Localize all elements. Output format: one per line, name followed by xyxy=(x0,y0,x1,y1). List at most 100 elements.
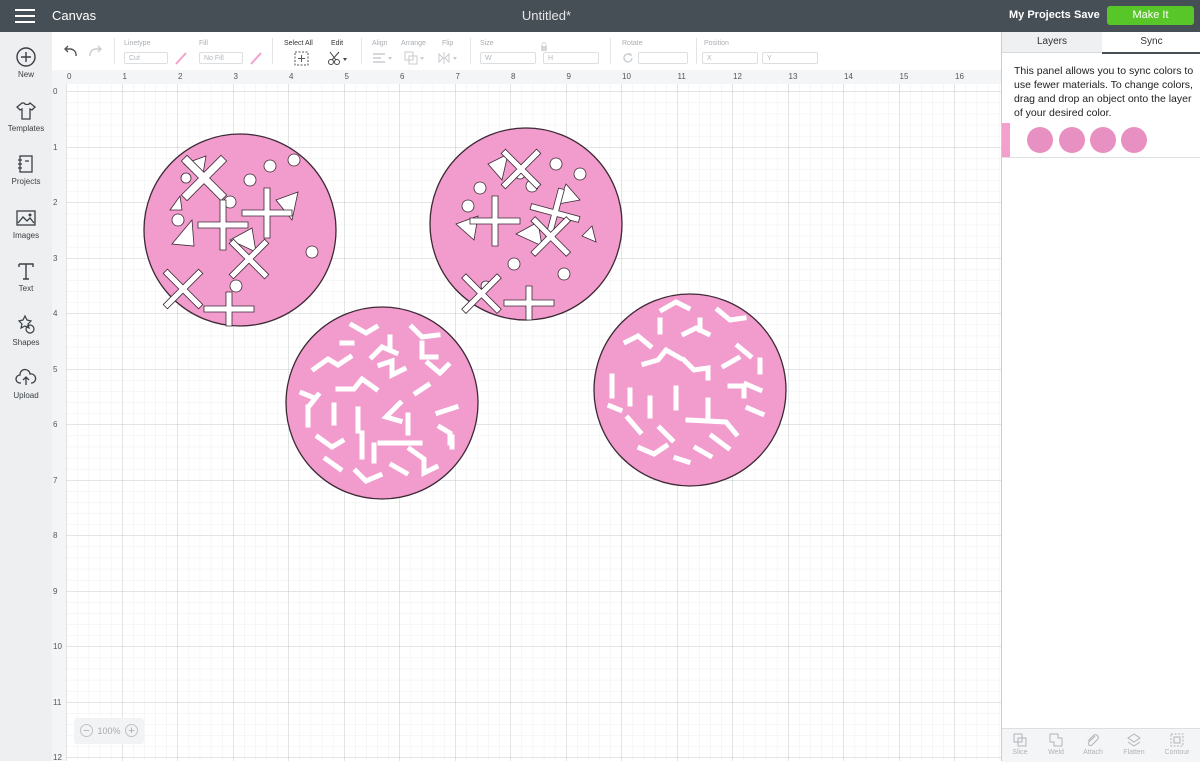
fill-color-swatch-icon[interactable] xyxy=(249,52,263,65)
zoom-in-button[interactable]: + xyxy=(125,724,138,737)
sync-swatch[interactable] xyxy=(1027,127,1053,153)
flip-icon[interactable] xyxy=(438,51,460,65)
edit-label: Edit xyxy=(331,40,344,47)
slice-label: Slice xyxy=(1012,749,1028,756)
design-canvas[interactable] xyxy=(66,84,1001,761)
arrange-label: Arrange xyxy=(401,40,426,47)
toolbar-separator xyxy=(114,38,115,64)
redo-icon[interactable] xyxy=(86,44,104,58)
shapes-icon xyxy=(17,314,35,334)
rotate-label: Rotate xyxy=(622,40,643,47)
nav-text[interactable]: Text xyxy=(0,260,52,308)
zoom-out-button[interactable]: − xyxy=(80,724,93,737)
nav-upload-label: Upload xyxy=(13,391,39,400)
flatten-icon xyxy=(1127,733,1141,747)
size-label: Size xyxy=(480,40,494,47)
document-title[interactable]: Untitled* xyxy=(0,8,1093,23)
weld-icon xyxy=(1049,733,1063,747)
position-y-field[interactable]: Y xyxy=(762,52,818,64)
align-icon[interactable] xyxy=(372,52,394,64)
make-it-button[interactable]: Make It xyxy=(1107,6,1194,25)
ruler-top-number: 7 xyxy=(455,72,460,81)
ruler-top-number: 16 xyxy=(955,72,964,81)
flatten-button[interactable]: Flatten xyxy=(1116,729,1152,762)
design-memphis-squiggles-2[interactable] xyxy=(593,293,787,487)
nav-templates[interactable]: Templates xyxy=(0,100,52,148)
vertical-ruler: 0 1 2 3 4 5 6 7 8 9 10 11 12 xyxy=(52,84,67,762)
toolbar-separator xyxy=(610,38,611,64)
ruler-left-number: 2 xyxy=(53,198,58,207)
undo-redo-group xyxy=(62,32,112,70)
slice-button[interactable]: Slice xyxy=(1002,729,1038,762)
attach-button[interactable]: Attach xyxy=(1075,729,1111,762)
design-memphis-triangles-1[interactable] xyxy=(143,133,337,327)
select-all-label: Select All xyxy=(284,40,313,47)
contour-button[interactable]: Contour xyxy=(1159,729,1195,762)
notebook-icon xyxy=(18,155,33,173)
sync-swatch[interactable] xyxy=(1121,127,1147,153)
height-field[interactable]: H xyxy=(543,52,599,64)
horizontal-ruler: 0 1 2 3 4 5 6 7 8 9 10 11 12 13 14 15 16 xyxy=(52,70,1001,85)
tshirt-icon xyxy=(16,101,36,120)
image-icon xyxy=(16,210,36,226)
sync-layer-color-bar xyxy=(1002,123,1010,157)
nav-projects[interactable]: Projects xyxy=(0,153,52,201)
ruler-left-number: 0 xyxy=(53,87,58,96)
ruler-top-number: 2 xyxy=(178,72,183,81)
design-memphis-squiggles-1[interactable] xyxy=(285,306,479,500)
position-x-field[interactable]: X xyxy=(702,52,758,64)
ruler-left-number: 6 xyxy=(53,420,58,429)
nav-images-label: Images xyxy=(12,231,40,240)
ruler-top-number: 1 xyxy=(122,72,127,81)
fill-select[interactable]: No Fill xyxy=(199,52,243,64)
ruler-top-number: 0 xyxy=(67,72,72,81)
zoom-level: 100% xyxy=(97,726,121,736)
width-field[interactable]: W xyxy=(480,52,536,64)
rotate-field[interactable] xyxy=(638,52,688,64)
fill-label: Fill xyxy=(199,40,208,47)
canvas-drawing xyxy=(66,84,1001,761)
save-button[interactable]: Save xyxy=(1074,9,1100,21)
arrange-icon[interactable] xyxy=(404,51,426,65)
weld-label: Weld xyxy=(1048,749,1064,756)
ruler-top-number: 5 xyxy=(344,72,349,81)
tab-layers[interactable]: Layers xyxy=(1002,32,1102,53)
ruler-left-number: 5 xyxy=(53,364,58,374)
ruler-left-number: 10 xyxy=(53,642,62,651)
nav-new[interactable]: New xyxy=(0,46,52,94)
attach-label: Attach xyxy=(1083,749,1103,756)
linetype-select[interactable]: Cut xyxy=(124,52,168,64)
flip-label: Flip xyxy=(442,40,454,47)
weld-button[interactable]: Weld xyxy=(1038,729,1074,762)
sync-swatch[interactable] xyxy=(1090,127,1116,153)
edit-scissors-icon[interactable] xyxy=(327,51,349,66)
zoom-control: − 100% + xyxy=(74,718,144,744)
ruler-left-number: 7 xyxy=(53,475,58,485)
ruler-top-number: 8 xyxy=(511,72,516,81)
plus-circle-icon xyxy=(16,47,36,67)
nav-shapes[interactable]: Shapes xyxy=(0,314,52,362)
align-label: Align xyxy=(372,40,388,47)
nav-upload[interactable]: Upload xyxy=(0,367,52,415)
ruler-top-number: 9 xyxy=(566,72,571,81)
rotate-icon xyxy=(623,53,633,63)
ruler-left-number: 11 xyxy=(53,697,62,707)
undo-icon[interactable] xyxy=(62,44,80,58)
nav-new-label: New xyxy=(17,70,34,79)
tab-sync[interactable]: Sync xyxy=(1102,32,1200,54)
sync-color-layer[interactable] xyxy=(1002,123,1200,158)
lock-icon[interactable] xyxy=(540,42,548,52)
linetype-color-swatch-icon[interactable] xyxy=(174,52,188,65)
toolbar-separator xyxy=(272,38,273,64)
sync-swatch[interactable] xyxy=(1059,127,1085,153)
ruler-top-number: 14 xyxy=(844,72,853,81)
toolbar-separator xyxy=(696,38,697,64)
select-all-icon[interactable] xyxy=(294,51,309,66)
toolbar-separator xyxy=(361,38,362,64)
attach-paperclip-icon xyxy=(1087,734,1099,747)
my-projects-link[interactable]: My Projects xyxy=(1009,9,1071,21)
nav-shapes-label: Shapes xyxy=(12,338,40,347)
cloud-upload-icon xyxy=(15,368,37,385)
linetype-label: Linetype xyxy=(124,40,151,47)
nav-images[interactable]: Images xyxy=(0,207,52,255)
